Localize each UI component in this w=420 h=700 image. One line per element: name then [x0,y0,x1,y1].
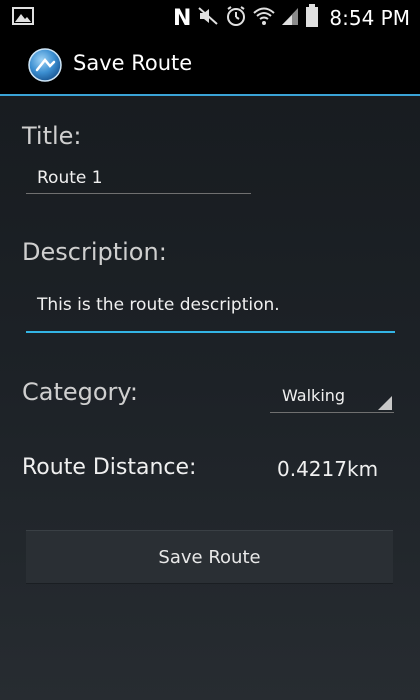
category-spinner[interactable]: Walking [270,380,394,413]
nfc-icon: N [172,5,192,31]
save-route-button[interactable]: Save Route [26,530,393,584]
signal-icon [281,6,299,30]
category-selected: Walking [282,386,346,405]
clock-time: 8:54 PM [329,6,410,30]
title-label: Title: [22,122,82,150]
description-label: Description: [22,238,167,266]
battery-icon [305,4,319,32]
page-title: Save Route [73,51,193,75]
action-bar: Save Route [0,34,420,96]
picture-icon [12,7,34,29]
distance-label: Route Distance: [22,455,197,480]
app-globe-icon[interactable] [28,48,62,86]
title-value: Route 1 [37,168,103,188]
status-bar: N 8:54 PM [0,0,420,34]
dropdown-arrow-icon [378,396,392,410]
alarm-icon [225,5,247,31]
title-field[interactable]: Route 1 [26,160,251,194]
description-underline [26,331,395,333]
distance-value: 0.4217km [277,457,379,481]
description-field[interactable]: This is the route description. [26,285,395,335]
mute-icon [197,6,219,30]
wifi-icon [253,6,276,30]
title-underline [26,193,251,194]
description-value: This is the route description. [37,295,280,315]
category-label: Category: [22,378,138,406]
